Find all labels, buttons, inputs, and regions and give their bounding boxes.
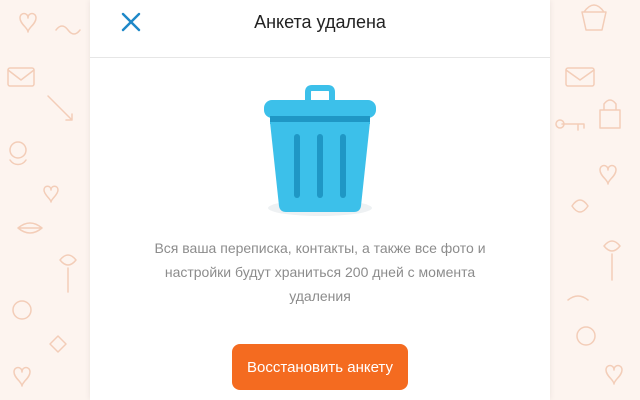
profile-deleted-dialog: Анкета удалена Вся ваша переписка, конта…	[90, 0, 550, 400]
deletion-message: Вся ваша переписка, контакты, а также вс…	[154, 240, 486, 304]
heart-icon	[43, 185, 59, 203]
rose-icon	[59, 254, 77, 293]
trash-can-icon	[264, 85, 376, 216]
ring-icon	[576, 326, 596, 346]
heart-icon	[19, 12, 37, 33]
restore-profile-button[interactable]: Восстановить анкету	[232, 344, 408, 390]
dialog-title: Анкета удалена	[254, 12, 386, 32]
heart-icon	[599, 164, 617, 185]
arrow-icon	[47, 95, 73, 121]
ring-icon	[12, 300, 32, 320]
heart-icon	[13, 366, 31, 387]
envelope-icon	[7, 67, 35, 87]
lock-icon	[599, 99, 621, 129]
key-icon	[561, 123, 585, 131]
cupcake-icon	[581, 4, 607, 31]
lips-icon	[17, 222, 43, 234]
dialog-header: Анкета удалена	[90, 0, 550, 58]
envelope-icon	[565, 67, 595, 87]
flower-icon	[9, 141, 27, 159]
rose-icon	[603, 240, 621, 281]
heart-icon	[605, 364, 623, 385]
flower-icon	[571, 199, 589, 213]
